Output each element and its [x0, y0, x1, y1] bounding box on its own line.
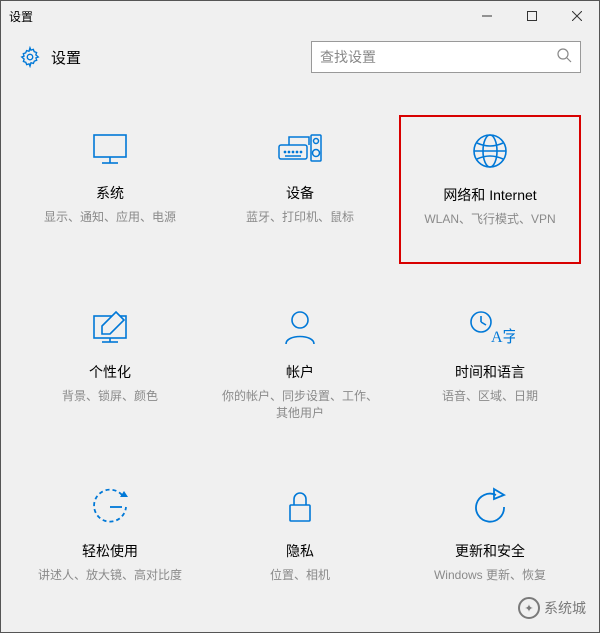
maximize-icon — [527, 11, 537, 21]
window-controls — [464, 1, 599, 31]
search-icon — [556, 47, 572, 68]
tile-title: 网络和 Internet — [443, 185, 536, 205]
tile-devices[interactable]: 设备 蓝牙、打印机、鼠标 — [209, 115, 391, 264]
tile-title: 设备 — [286, 183, 314, 203]
tile-desc: 位置、相机 — [266, 567, 334, 584]
titlebar: 设置 — [1, 1, 599, 31]
minimize-icon — [482, 11, 492, 21]
tile-privacy[interactable]: 隐私 位置、相机 — [209, 473, 391, 622]
tile-title: 隐私 — [286, 541, 314, 561]
tile-desc: 讲述人、放大镜、高对比度 — [34, 567, 186, 584]
header-left: 设置 — [19, 46, 81, 68]
ease-of-access-icon — [88, 483, 132, 531]
tile-title: 轻松使用 — [82, 541, 138, 561]
tile-title: 系统 — [96, 183, 124, 203]
tile-time-language[interactable]: A字 时间和语言 语音、区域、日期 — [399, 294, 581, 443]
search-box[interactable] — [311, 41, 581, 73]
tile-title: 更新和安全 — [455, 541, 525, 561]
tile-desc: Windows 更新、恢复 — [430, 567, 550, 584]
tile-title: 个性化 — [89, 362, 131, 382]
tile-system[interactable]: 系统 显示、通知、应用、电源 — [19, 115, 201, 264]
accounts-icon — [278, 304, 322, 352]
close-icon — [572, 11, 582, 21]
tile-personalization[interactable]: 个性化 背景、锁屏、颜色 — [19, 294, 201, 443]
tile-desc: 显示、通知、应用、电源 — [40, 209, 180, 226]
settings-grid: 系统 显示、通知、应用、电源 设备 蓝牙、打印机、鼠标 — [1, 85, 599, 632]
tile-desc: 蓝牙、打印机、鼠标 — [242, 209, 358, 226]
globe-icon — [468, 127, 512, 175]
tile-title: 帐户 — [286, 362, 314, 382]
search-input[interactable] — [320, 49, 556, 65]
svg-text:A字: A字 — [491, 328, 515, 346]
tile-desc: 你的帐户、同步设置、工作、其他用户 — [215, 388, 385, 422]
page-title: 设置 — [51, 47, 81, 68]
window-title: 设置 — [9, 8, 33, 25]
lock-icon — [278, 483, 322, 531]
tile-title: 时间和语言 — [455, 362, 525, 382]
update-icon — [468, 483, 512, 531]
tile-desc: 背景、锁屏、颜色 — [58, 388, 162, 405]
system-icon — [88, 125, 132, 173]
gear-icon — [19, 46, 41, 68]
tile-network[interactable]: 网络和 Internet WLAN、飞行模式、VPN — [399, 115, 581, 264]
personalization-icon — [88, 304, 132, 352]
tile-accounts[interactable]: 帐户 你的帐户、同步设置、工作、其他用户 — [209, 294, 391, 443]
close-button[interactable] — [554, 1, 599, 31]
tile-desc: 语音、区域、日期 — [438, 388, 542, 405]
tile-update-security[interactable]: 更新和安全 Windows 更新、恢复 — [399, 473, 581, 622]
minimize-button[interactable] — [464, 1, 509, 31]
settings-window: 设置 设置 — [0, 0, 600, 633]
tile-desc: WLAN、飞行模式、VPN — [420, 211, 559, 228]
time-language-icon: A字 — [465, 304, 515, 352]
maximize-button[interactable] — [509, 1, 554, 31]
header: 设置 — [1, 31, 599, 85]
tile-ease-of-access[interactable]: 轻松使用 讲述人、放大镜、高对比度 — [19, 473, 201, 622]
devices-icon — [275, 125, 325, 173]
